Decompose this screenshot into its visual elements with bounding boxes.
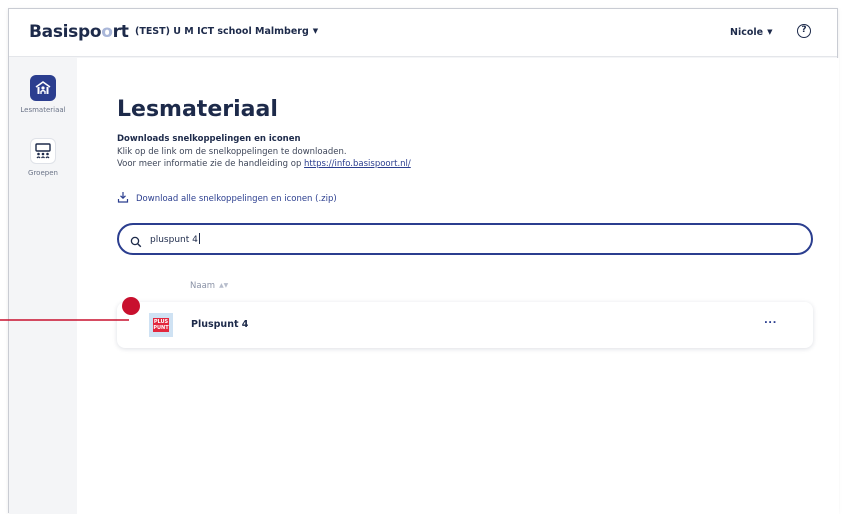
table-row[interactable]: PLUS PUNT Pluspunt 4 ... <box>117 302 813 348</box>
pluspunt-logo: PLUS PUNT <box>153 318 169 332</box>
main-content: Lesmateriaal Downloads snelkoppelingen e… <box>77 58 839 514</box>
column-header-naam[interactable]: Naam ▲▼ <box>190 281 228 291</box>
app-window: Basispoort (TEST) U M ICT school Malmber… <box>8 8 839 514</box>
annotation-pointer-line <box>0 319 129 321</box>
search-icon <box>130 233 142 252</box>
logo-text: PUNT <box>153 325 169 331</box>
sidebar-item-label: Lesmateriaal <box>20 106 66 114</box>
sidebar-item-groepen[interactable]: Groepen <box>9 138 77 177</box>
row-name[interactable]: Pluspunt 4 <box>191 319 248 330</box>
sidebar: Lesmateriaal Groepen <box>9 58 77 514</box>
column-header-label: Naam <box>190 281 216 291</box>
section-subheading: Downloads snelkoppelingen en iconen <box>117 134 301 144</box>
sort-icon: ▲▼ <box>219 282 229 289</box>
chevron-down-icon: ▼ <box>312 27 319 35</box>
download-icon <box>117 191 129 206</box>
basispoort-logo[interactable]: Basispoort <box>29 22 129 42</box>
school-name: (TEST) U M ICT school Malmberg <box>135 26 309 37</box>
building-icon <box>30 75 56 101</box>
logo-text-main: Basispo <box>29 22 102 42</box>
info-text-prefix: Voor meer informatie zie de handleiding … <box>117 159 305 169</box>
info-text-manual: Voor meer informatie zie de handleiding … <box>117 159 411 169</box>
top-bar: Basispoort (TEST) U M ICT school Malmber… <box>9 9 837 57</box>
pluspunt-thumbnail: PLUS PUNT <box>149 313 173 337</box>
manual-link[interactable]: https://info.basispoort.nl/ <box>304 159 411 169</box>
annotation-pointer-dot <box>122 297 140 315</box>
info-text: Klik op de link om de snelkoppelingen te… <box>117 147 347 157</box>
search-value: pluspunt 4 <box>150 235 198 245</box>
help-icon[interactable]: ? <box>797 24 811 38</box>
download-all-link[interactable]: Download alle snelkoppelingen en iconen … <box>117 191 337 206</box>
school-selector[interactable]: (TEST) U M ICT school Malmberg ▼ <box>135 26 318 37</box>
logo-text-end: rt <box>112 22 129 42</box>
group-icon <box>30 138 56 164</box>
search-input[interactable]: pluspunt 4 <box>117 223 813 255</box>
logo-text-accent: o <box>101 22 113 42</box>
user-menu[interactable]: Nicole ▼ <box>730 27 772 38</box>
more-options-icon[interactable]: ... <box>764 315 777 326</box>
sidebar-item-lesmateriaal[interactable]: Lesmateriaal <box>9 75 77 114</box>
download-all-label: Download alle snelkoppelingen en iconen … <box>136 193 337 204</box>
sidebar-item-label: Groepen <box>28 169 58 177</box>
user-name: Nicole <box>730 27 764 38</box>
chevron-down-icon: ▼ <box>767 28 773 36</box>
page-title: Lesmateriaal <box>117 97 278 122</box>
